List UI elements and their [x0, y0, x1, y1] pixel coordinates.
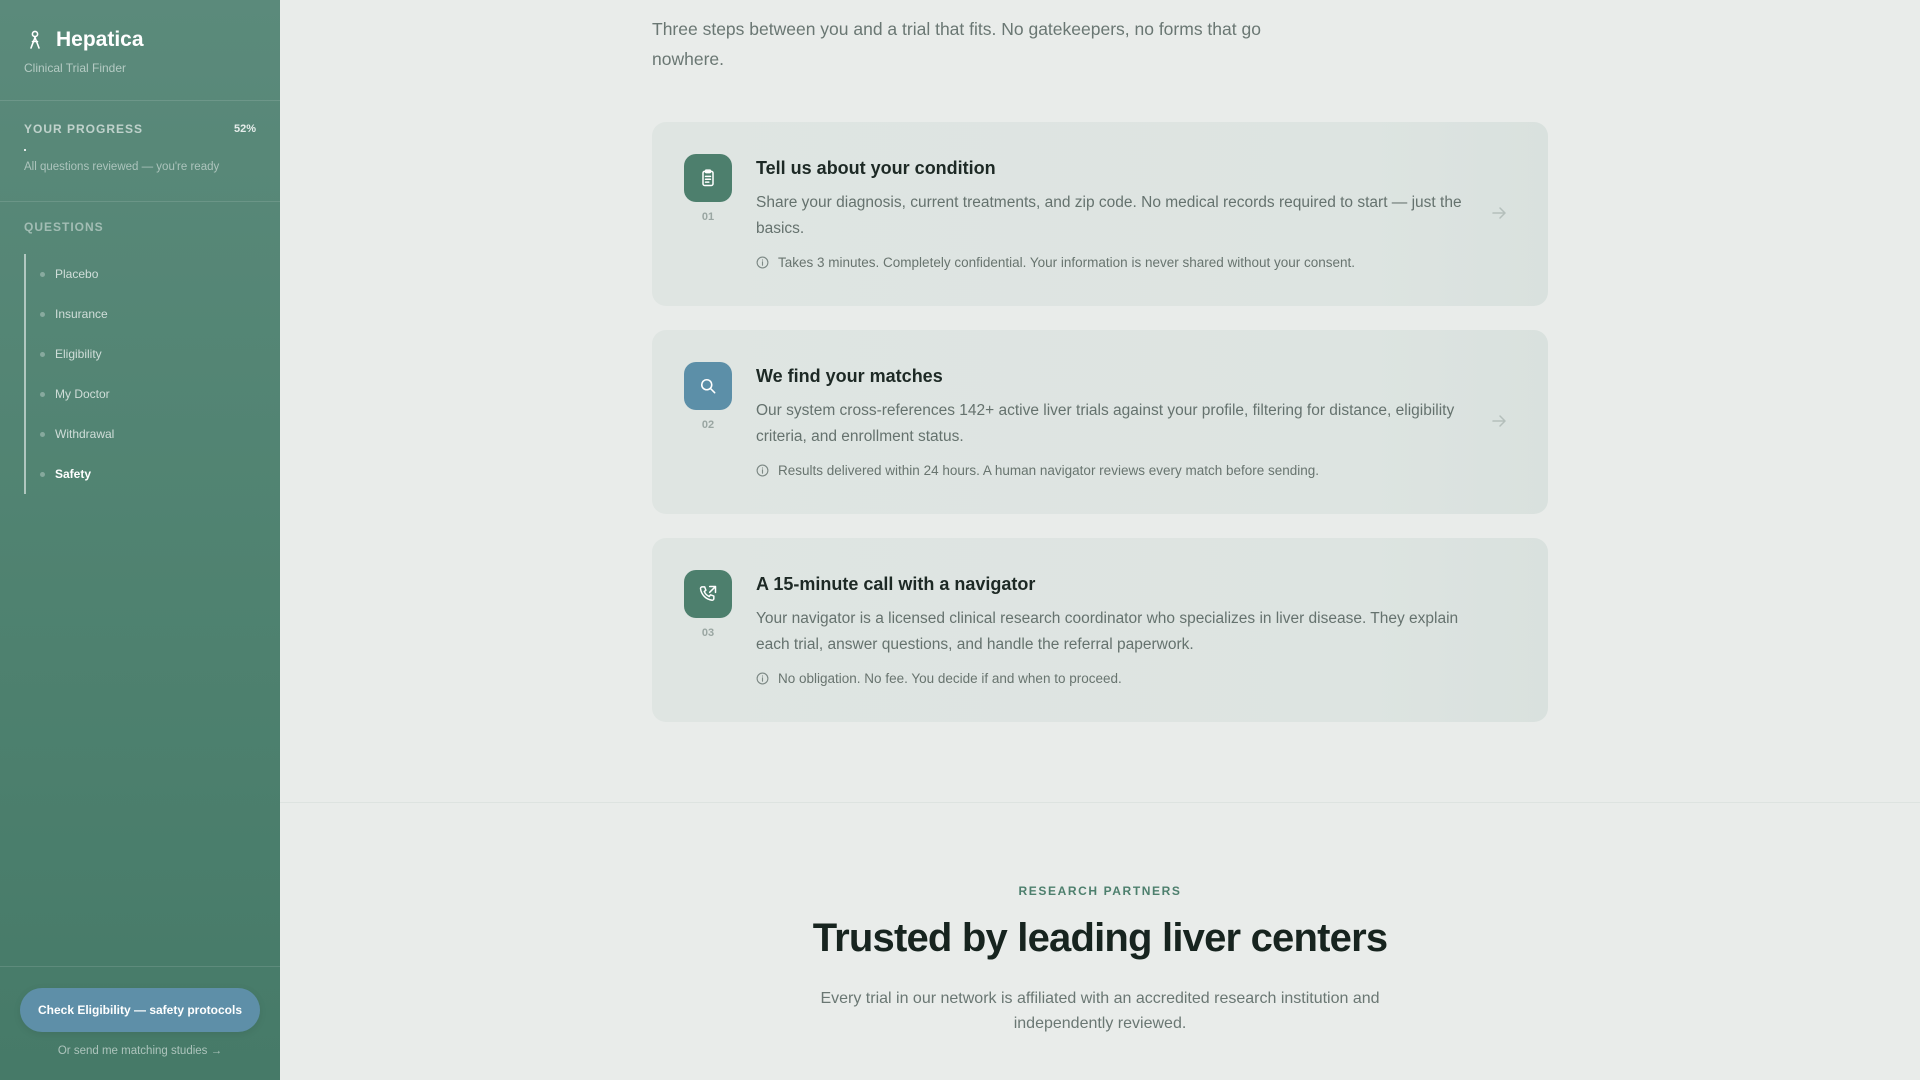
- progress-bar-fill: [24, 149, 26, 151]
- bullet-dot-icon: [40, 351, 45, 357]
- person-ribbon-icon: [24, 29, 46, 51]
- arrow-right-icon[interactable]: [1490, 412, 1508, 430]
- step-description: Your navigator is a licensed clinical re…: [756, 610, 1459, 653]
- check-eligibility-button[interactable]: Check Eligibility — safety protocols: [20, 988, 260, 1032]
- sidebar-item-label: Withdrawal: [55, 427, 115, 441]
- questions-heading: QUESTIONS: [24, 220, 104, 234]
- step-number: 01: [701, 211, 715, 223]
- info-icon: [756, 672, 769, 685]
- intro-text: Three steps between you and a trial that…: [652, 19, 1261, 69]
- progress-title: YOUR PROGRESS: [24, 122, 144, 136]
- step-card: 02 We find your matches Our system cross…: [652, 330, 1548, 514]
- info-icon: [756, 256, 769, 269]
- sidebar-divider: [0, 966, 280, 967]
- bullet-dot-icon: [40, 391, 45, 397]
- send-matching-studies-link[interactable]: Or send me matching studies →: [0, 1045, 280, 1057]
- step-note: No obligation. No fee. You decide if and…: [756, 671, 1122, 686]
- step-title: We find your matches: [756, 366, 943, 386]
- step-title: Tell us about your condition: [756, 158, 996, 178]
- sidebar-divider: [0, 201, 280, 202]
- brand-name[interactable]: Hepatica: [56, 28, 144, 52]
- phone-call-icon: [684, 570, 732, 618]
- step-note-text: Takes 3 minutes. Completely confidential…: [778, 255, 1356, 270]
- brand: Hepatica Clinical Trial Finder: [24, 28, 144, 75]
- sidebar-item-insurance[interactable]: Insurance: [26, 294, 256, 334]
- sidebar-item-label: Insurance: [55, 307, 108, 321]
- step-title: A 15-minute call with a navigator: [756, 574, 1036, 594]
- clipboard-icon: [684, 154, 732, 202]
- step-number: 03: [701, 627, 715, 639]
- bullet-dot-icon: [40, 431, 45, 437]
- step-card: 01 Tell us about your condition Share yo…: [652, 122, 1548, 306]
- sidebar-item-label: Placebo: [55, 267, 99, 281]
- partners-eyebrow: RESEARCH PARTNERS: [1018, 884, 1182, 898]
- step-description: Share your diagnosis, current treatments…: [756, 194, 1462, 237]
- questions-nav: Placebo Insurance Eligibility My Doctor …: [24, 254, 256, 494]
- progress-block: YOUR PROGRESS 52% All questions reviewed…: [24, 122, 256, 173]
- step-number: 02: [701, 419, 715, 431]
- sidebar-item-withdrawal[interactable]: Withdrawal: [26, 414, 256, 454]
- partners-description: Every trial in our network is affiliated…: [820, 990, 1380, 1032]
- sidebar-item-placebo[interactable]: Placebo: [26, 254, 256, 294]
- sidebar-item-my-doctor[interactable]: My Doctor: [26, 374, 256, 414]
- step-note-text: Results delivered within 24 hours. A hum…: [778, 463, 1320, 478]
- main-content: Three steps between you and a trial that…: [280, 0, 1920, 1080]
- section-divider: [280, 802, 1920, 803]
- step-card: 03 A 15-minute call with a navigator You…: [652, 538, 1548, 722]
- step-note-text: No obligation. No fee. You decide if and…: [778, 671, 1122, 686]
- progress-percent: 52%: [233, 123, 256, 135]
- sidebar: Hepatica Clinical Trial Finder YOUR PROG…: [0, 0, 280, 1080]
- partners-title: Trusted by leading liver centers: [812, 916, 1388, 960]
- sidebar-item-label: Safety: [55, 467, 92, 481]
- step-note: Results delivered within 24 hours. A hum…: [756, 463, 1319, 478]
- sidebar-item-label: Eligibility: [55, 347, 102, 361]
- sidebar-item-safety[interactable]: Safety: [26, 454, 256, 494]
- info-icon: [756, 464, 769, 477]
- step-note: Takes 3 minutes. Completely confidential…: [756, 255, 1355, 270]
- progress-bar: [24, 149, 256, 151]
- sidebar-item-eligibility[interactable]: Eligibility: [26, 334, 256, 374]
- progress-note: All questions reviewed — you're ready: [24, 161, 220, 173]
- search-icon: [684, 362, 732, 410]
- arrow-right-icon[interactable]: [1490, 204, 1508, 222]
- sidebar-item-label: My Doctor: [55, 387, 110, 401]
- bullet-dot-icon: [40, 271, 45, 277]
- brand-subtitle: Clinical Trial Finder: [24, 61, 127, 75]
- bullet-dot-icon: [40, 471, 45, 477]
- step-description: Our system cross-references 142+ active …: [756, 402, 1455, 445]
- bullet-dot-icon: [40, 311, 45, 317]
- sidebar-divider: [0, 100, 280, 101]
